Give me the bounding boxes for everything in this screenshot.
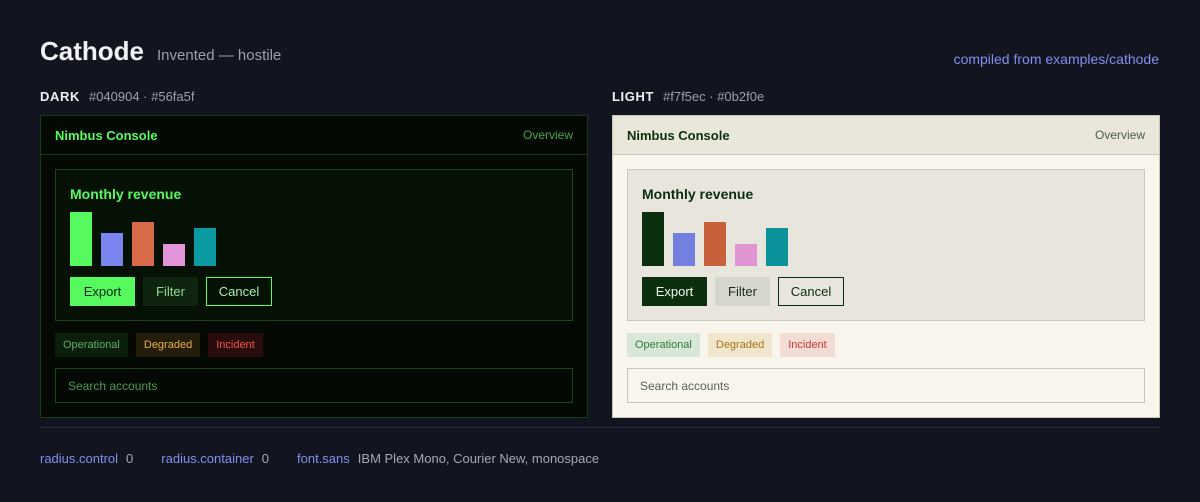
revenue-bar xyxy=(673,233,695,266)
nav-overview-link[interactable]: Overview xyxy=(1095,128,1145,142)
divider xyxy=(40,427,1160,428)
dark-preview-panel: Nimbus Console Overview Monthly revenue … xyxy=(40,115,588,418)
page-title: Cathode xyxy=(40,36,144,66)
revenue-bar xyxy=(163,244,185,266)
revenue-card: Monthly revenue Export Filter Cancel xyxy=(627,169,1145,321)
export-button[interactable]: Export xyxy=(70,277,135,306)
theme-hex: #040904 · #56fa5f xyxy=(88,89,195,104)
status-badge-operational: Operational xyxy=(627,333,700,357)
app-topbar: Nimbus Console Overview xyxy=(41,116,587,155)
search-input[interactable]: Search accounts xyxy=(627,368,1145,403)
revenue-bar xyxy=(735,244,757,266)
app-name: Nimbus Console xyxy=(55,127,158,143)
status-badges: Operational Degraded Incident xyxy=(627,333,843,357)
nav-overview-link[interactable]: Overview xyxy=(523,128,573,142)
revenue-bar xyxy=(766,228,788,266)
status-badges: Operational Degraded Incident xyxy=(55,333,271,357)
theme-name: LIGHT xyxy=(612,89,654,104)
revenue-bar-chart xyxy=(70,212,230,266)
token-radius-control: radius.control 0 xyxy=(40,451,133,466)
theme-name: DARK xyxy=(40,89,80,104)
revenue-bar xyxy=(101,233,123,266)
page-header: Cathode Invented — hostile xyxy=(40,36,281,67)
app-topbar: Nimbus Console Overview xyxy=(613,116,1159,155)
dark-theme-label: DARK #040904 · #56fa5f xyxy=(40,89,195,104)
revenue-bar xyxy=(642,212,664,266)
status-badge-incident: Incident xyxy=(208,333,263,357)
light-preview-panel: Nimbus Console Overview Monthly revenue … xyxy=(612,115,1160,418)
cancel-button[interactable]: Cancel xyxy=(206,277,272,306)
token-value: 0 xyxy=(261,451,270,466)
filter-button[interactable]: Filter xyxy=(143,277,198,306)
theme-hex: #f7f5ec · #0b2f0e xyxy=(663,89,765,104)
app-name: Nimbus Console xyxy=(627,127,730,143)
card-title: Monthly revenue xyxy=(70,186,182,202)
revenue-bar xyxy=(194,228,216,266)
search-input[interactable]: Search accounts xyxy=(55,368,573,403)
token-font-sans: font.sans IBM Plex Mono, Courier New, mo… xyxy=(297,451,599,466)
token-key: font.sans xyxy=(297,451,350,466)
button-row: Export Filter Cancel xyxy=(70,277,280,306)
card-title: Monthly revenue xyxy=(642,186,754,202)
token-key: radius.container xyxy=(161,451,254,466)
token-value: 0 xyxy=(126,451,134,466)
button-row: Export Filter Cancel xyxy=(642,277,852,306)
light-theme-label: LIGHT #f7f5ec · #0b2f0e xyxy=(612,89,764,104)
revenue-bar xyxy=(704,222,726,266)
export-button[interactable]: Export xyxy=(642,277,707,306)
cancel-button[interactable]: Cancel xyxy=(778,277,844,306)
revenue-bar-chart xyxy=(642,212,802,266)
status-badge-incident: Incident xyxy=(780,333,835,357)
token-key: radius.control xyxy=(40,451,119,466)
status-badge-degraded: Degraded xyxy=(707,333,773,357)
filter-button[interactable]: Filter xyxy=(715,277,770,306)
revenue-bar xyxy=(132,222,154,266)
compiled-source-link[interactable]: compiled from examples/cathode xyxy=(954,51,1159,67)
page-subtitle: Invented — hostile xyxy=(157,47,282,64)
revenue-card: Monthly revenue Export Filter Cancel xyxy=(55,169,573,321)
token-value: IBM Plex Mono, Courier New, monospace xyxy=(357,451,600,466)
token-radius-container: radius.container 0 xyxy=(161,451,269,466)
revenue-bar xyxy=(70,212,92,266)
status-badge-operational: Operational xyxy=(55,333,128,357)
status-badge-degraded: Degraded xyxy=(135,333,201,357)
design-tokens: radius.control 0 radius.container 0 font… xyxy=(40,451,627,466)
